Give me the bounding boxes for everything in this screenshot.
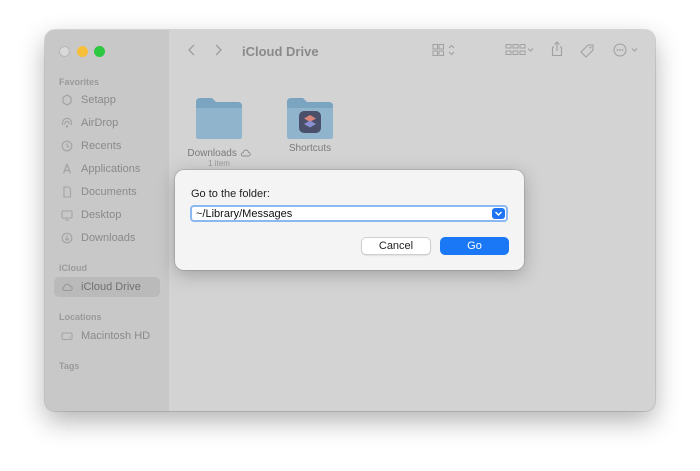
sidebar-item-label: Documents [81, 186, 137, 198]
forward-button[interactable] [212, 43, 224, 57]
path-history-dropdown[interactable] [492, 208, 505, 219]
sidebar-item-applications[interactable]: Applications [54, 159, 160, 179]
sidebar-item-icloud-drive[interactable]: iCloud Drive [54, 277, 160, 297]
toolbar: iCloud Drive [169, 30, 655, 74]
file-item-downloads[interactable]: Downloads 1 item [179, 96, 259, 168]
disk-icon [61, 330, 73, 342]
sidebar-item-macintosh-hd[interactable]: Macintosh HD [54, 326, 160, 346]
more-actions-button[interactable] [613, 43, 641, 57]
sidebar-item-label: Desktop [81, 209, 122, 221]
sidebar-item-downloads[interactable]: Downloads [54, 228, 160, 248]
maximize-window-button[interactable] [94, 46, 105, 57]
sidebar-item-label: Recents [81, 140, 122, 152]
sidebar: Favorites Setapp AirDrop Recents Applica… [45, 30, 169, 411]
clock-icon [61, 140, 73, 152]
sidebar-item-label: iCloud Drive [81, 281, 141, 293]
applications-icon [61, 163, 73, 175]
go-button[interactable]: Go [440, 237, 509, 255]
share-icon [551, 41, 563, 57]
icon-grid-view-icon [432, 44, 455, 56]
sidebar-item-label: AirDrop [81, 117, 119, 129]
ellipsis-circle-icon [613, 43, 638, 57]
folder-icon [179, 96, 259, 145]
sidebar-item-documents[interactable]: Documents [54, 182, 160, 202]
sidebar-item-label: Macintosh HD [81, 330, 151, 342]
chevron-down-icon [495, 211, 502, 216]
cancel-button[interactable]: Cancel [361, 237, 431, 255]
back-button[interactable] [186, 43, 198, 57]
sidebar-item-setapp[interactable]: Setapp [54, 90, 160, 110]
chevron-left-icon [188, 44, 195, 56]
sidebar-item-airdrop[interactable]: AirDrop [54, 113, 160, 133]
sidebar-item-label: Setapp [81, 94, 116, 106]
sidebar-section-favorites: Favorites [59, 77, 100, 87]
shortcuts-folder-icon [284, 96, 336, 140]
group-button[interactable] [505, 43, 535, 57]
sidebar-item-label: Applications [81, 163, 141, 175]
dialog-prompt: Go to the folder: [191, 188, 270, 200]
airdrop-icon [61, 117, 73, 129]
tag-button[interactable] [579, 43, 595, 59]
document-icon [61, 186, 73, 198]
sidebar-item-label: Downloads [81, 232, 136, 244]
go-to-folder-dialog: Go to the folder: Cancel Go [175, 170, 524, 270]
file-name: Shortcuts [288, 143, 332, 154]
cloud-icon [61, 281, 73, 293]
file-item-shortcuts[interactable]: Shortcuts [270, 96, 350, 154]
file-name: Downloads [187, 148, 237, 159]
close-window-button[interactable] [59, 46, 70, 57]
minimize-window-button[interactable] [77, 46, 88, 57]
group-grid-icon [505, 44, 534, 55]
folder-path-input[interactable] [196, 207, 486, 220]
desktop-icon [61, 209, 73, 221]
tag-icon [580, 44, 594, 58]
view-mode-button[interactable] [432, 43, 458, 57]
share-button[interactable] [550, 41, 564, 57]
file-subtitle: 1 item [208, 159, 230, 168]
sidebar-section-icloud: iCloud [59, 263, 87, 273]
sidebar-section-locations: Locations [59, 312, 102, 322]
icloud-download-icon [240, 149, 251, 157]
chevron-right-icon [215, 44, 222, 56]
sidebar-section-tags: Tags [59, 361, 80, 371]
folder-path-field[interactable] [190, 205, 508, 222]
sidebar-item-recents[interactable]: Recents [54, 136, 160, 156]
sidebar-item-desktop[interactable]: Desktop [54, 205, 160, 225]
download-icon [61, 232, 73, 244]
setapp-icon [61, 94, 73, 106]
window-title: iCloud Drive [242, 44, 319, 59]
